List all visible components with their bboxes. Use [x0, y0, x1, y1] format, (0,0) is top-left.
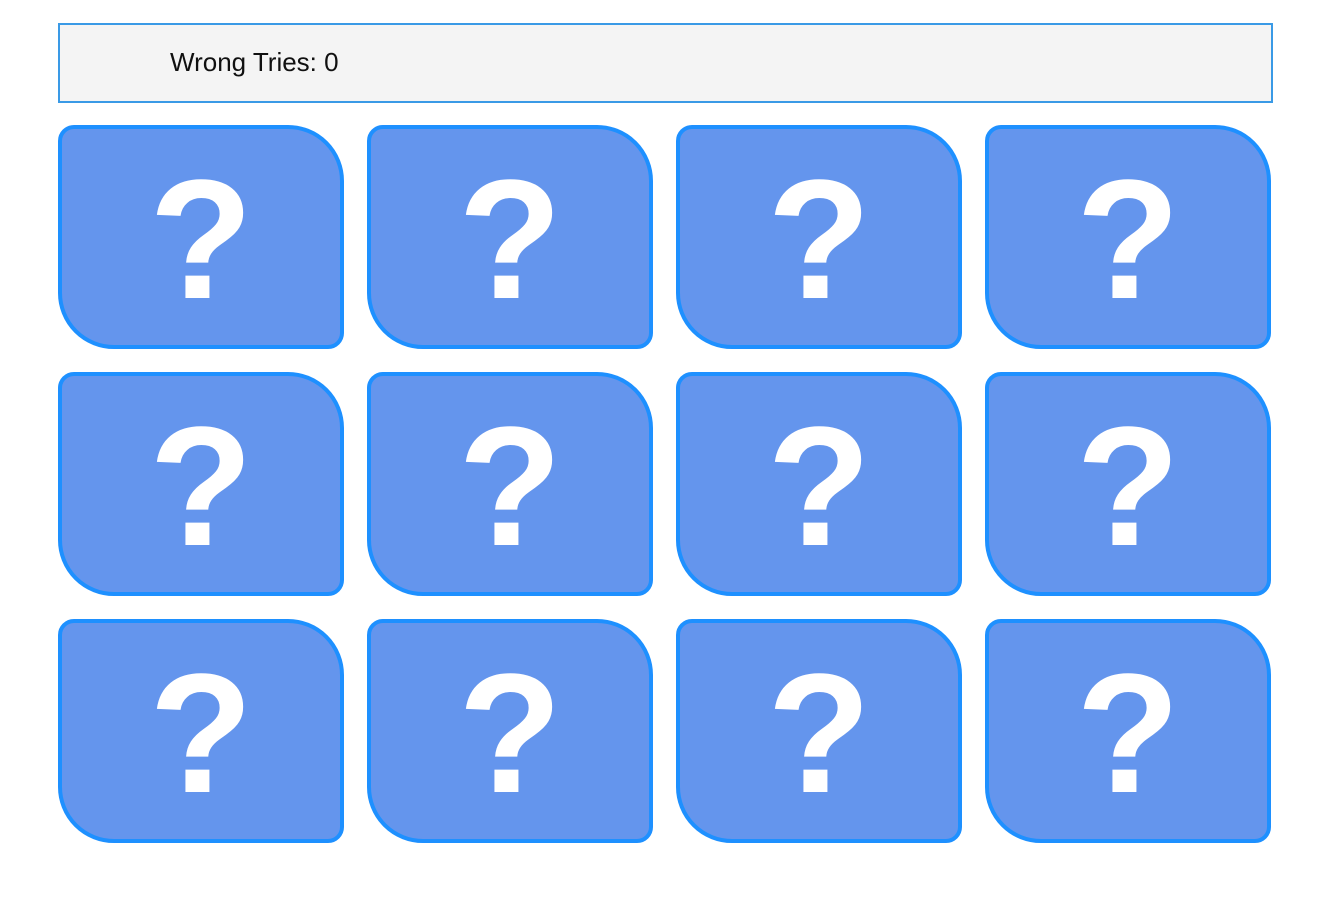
memory-card[interactable]: ? [367, 372, 653, 596]
question-mark-icon: ? [458, 145, 562, 335]
memory-card[interactable]: ? [676, 619, 962, 843]
question-mark-icon: ? [767, 145, 871, 335]
memory-card[interactable]: ? [58, 125, 344, 349]
question-mark-icon: ? [149, 639, 253, 829]
memory-card[interactable]: ? [985, 125, 1271, 349]
memory-card[interactable]: ? [985, 372, 1271, 596]
question-mark-icon: ? [458, 639, 562, 829]
question-mark-icon: ? [1076, 639, 1180, 829]
memory-card[interactable]: ? [676, 372, 962, 596]
memory-card[interactable]: ? [58, 372, 344, 596]
question-mark-icon: ? [149, 392, 253, 582]
question-mark-icon: ? [1076, 392, 1180, 582]
memory-card[interactable]: ? [676, 125, 962, 349]
question-mark-icon: ? [767, 392, 871, 582]
memory-card[interactable]: ? [367, 619, 653, 843]
memory-card[interactable]: ? [367, 125, 653, 349]
question-mark-icon: ? [1076, 145, 1180, 335]
card-board: ? ? ? ? ? ? ? ? ? ? ? ? [58, 125, 1274, 843]
memory-card[interactable]: ? [985, 619, 1271, 843]
memory-card[interactable]: ? [58, 619, 344, 843]
wrong-tries-counter: Wrong Tries: 0 [170, 47, 339, 77]
question-mark-icon: ? [458, 392, 562, 582]
question-mark-icon: ? [149, 145, 253, 335]
status-bar: Wrong Tries: 0 [58, 23, 1273, 103]
question-mark-icon: ? [767, 639, 871, 829]
